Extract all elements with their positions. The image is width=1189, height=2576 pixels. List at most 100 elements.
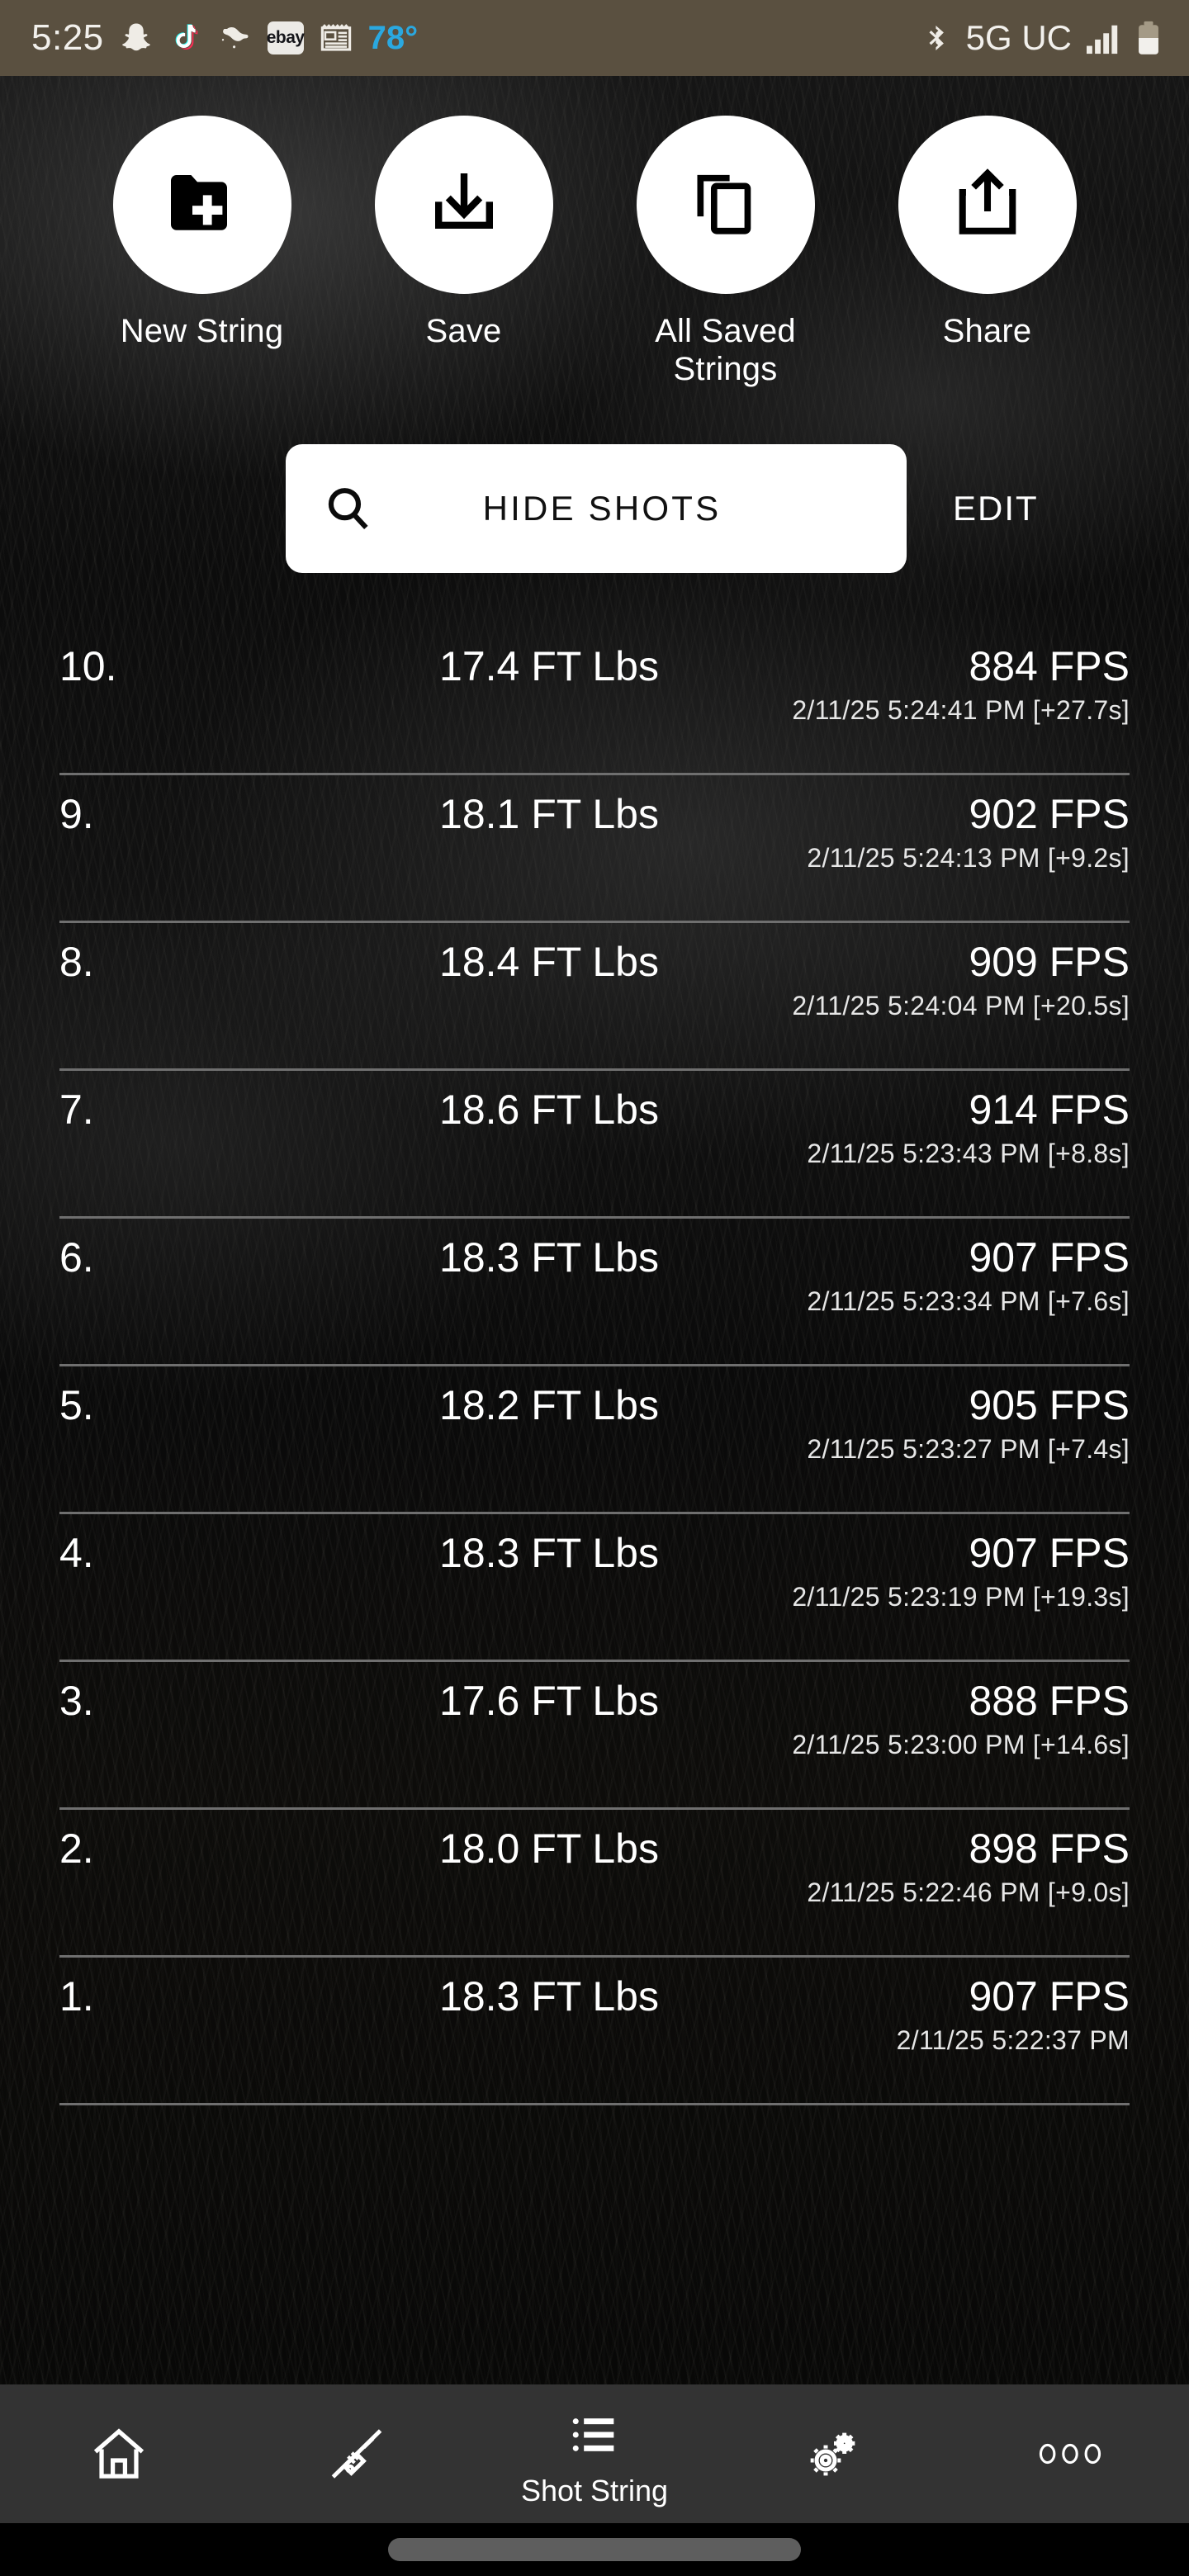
shot-timestamp: 2/11/25 5:23:27 PM [+7.4s] <box>807 1434 1130 1464</box>
shot-energy: 18.4 FT Lbs <box>439 939 659 985</box>
table-row[interactable]: 9. 18.1 FT Lbs 902 FPS 2/11/25 5:24:13 P… <box>0 775 1189 923</box>
more-dots-icon <box>1036 2418 1104 2489</box>
shot-speed: 905 FPS <box>969 1382 1130 1428</box>
shot-energy: 18.3 FT Lbs <box>439 1973 659 2020</box>
app-icon <box>216 21 253 54</box>
table-row[interactable]: 1. 18.3 FT Lbs 907 FPS 2/11/25 5:22:37 P… <box>0 1958 1189 2105</box>
table-row[interactable]: 7. 18.6 FT Lbs 914 FPS 2/11/25 5:23:43 P… <box>0 1071 1189 1219</box>
all-saved-strings-circle[interactable] <box>636 116 815 294</box>
list-icon <box>566 2399 623 2470</box>
table-row[interactable]: 5. 18.2 FT Lbs 905 FPS 2/11/25 5:23:27 P… <box>0 1366 1189 1514</box>
shot-timestamp: 2/11/25 5:23:34 PM [+7.6s] <box>807 1286 1130 1316</box>
table-row[interactable]: 4. 18.3 FT Lbs 907 FPS 2/11/25 5:23:19 P… <box>0 1514 1189 1662</box>
new-string-label: New String <box>120 313 284 349</box>
shot-speed: 907 FPS <box>969 1530 1130 1576</box>
save-button[interactable]: Save <box>333 116 594 350</box>
news-icon <box>319 21 353 55</box>
nav-item-rifle[interactable] <box>238 2384 476 2523</box>
shot-speed: 907 FPS <box>969 1973 1130 2020</box>
status-bar-clock: 5:25 <box>31 17 104 58</box>
action-button-row: New String Save All Saved Strings Share <box>0 116 1189 388</box>
save-circle[interactable] <box>374 116 553 294</box>
table-row[interactable]: 6. 18.3 FT Lbs 907 FPS 2/11/25 5:23:34 P… <box>0 1219 1189 1366</box>
shot-timestamp: 2/11/25 5:24:04 PM [+20.5s] <box>792 991 1130 1020</box>
search-row: HIDE SHOTS EDIT <box>0 443 1189 575</box>
shot-row-main: 1. 18.3 FT Lbs 907 FPS <box>59 1958 1130 2020</box>
hide-shots-button[interactable]: HIDE SHOTS <box>286 444 907 573</box>
hide-shots-label: HIDE SHOTS <box>482 489 722 528</box>
nav-label-shot-string: Shot String <box>520 2474 669 2507</box>
row-divider <box>59 2103 1130 2105</box>
shot-energy: 18.6 FT Lbs <box>439 1087 659 1133</box>
shot-timestamp: 2/11/25 5:24:41 PM [+27.7s] <box>792 695 1130 725</box>
shot-row-main: 7. 18.6 FT Lbs 914 FPS <box>59 1071 1130 1134</box>
shot-energy: 18.3 FT Lbs <box>439 1234 659 1281</box>
tiktok-icon <box>168 21 201 55</box>
shot-speed: 907 FPS <box>969 1234 1130 1281</box>
new-string-button[interactable]: New String <box>71 116 333 350</box>
shot-energy: 18.1 FT Lbs <box>439 791 659 837</box>
bottom-navigation: Shot String <box>0 2384 1189 2523</box>
shot-timestamp: 2/11/25 5:23:00 PM [+14.6s] <box>792 1730 1130 1759</box>
home-icon <box>88 2418 149 2489</box>
shot-row-main: 3. 17.6 FT Lbs 888 FPS <box>59 1662 1130 1725</box>
share-button[interactable]: Share <box>856 116 1118 350</box>
shot-timestamp: 2/11/25 5:22:37 PM <box>896 2025 1130 2055</box>
shot-energy: 17.4 FT Lbs <box>439 643 659 689</box>
nav-item-home[interactable] <box>0 2384 238 2523</box>
shot-speed: 909 FPS <box>969 939 1130 985</box>
share-upload-icon <box>950 165 1026 245</box>
shot-row-main: 2. 18.0 FT Lbs 898 FPS <box>59 1810 1130 1873</box>
shot-energy: 17.6 FT Lbs <box>439 1678 659 1724</box>
ebay-icon: ebay <box>267 21 305 54</box>
shot-timestamp: 2/11/25 5:22:46 PM [+9.0s] <box>807 1878 1130 1907</box>
download-icon <box>424 163 504 247</box>
all-saved-strings-label: All Saved Strings <box>655 313 796 387</box>
shot-row-main: 8. 18.4 FT Lbs 909 FPS <box>59 923 1130 986</box>
shot-speed: 898 FPS <box>969 1825 1130 1872</box>
shot-speed: 888 FPS <box>969 1678 1130 1724</box>
shot-row-main: 10. 17.4 FT Lbs 884 FPS <box>59 627 1130 690</box>
shot-energy: 18.3 FT Lbs <box>439 1530 659 1576</box>
shot-row-main: 6. 18.3 FT Lbs 907 FPS <box>59 1219 1130 1281</box>
all-saved-strings-button[interactable]: All Saved Strings <box>594 116 856 388</box>
weather-temperature: 78° <box>367 19 419 56</box>
shot-timestamp: 2/11/25 5:23:19 PM [+19.3s] <box>792 1582 1130 1612</box>
nav-item-more[interactable] <box>951 2384 1189 2523</box>
search-icon <box>322 482 375 535</box>
shot-timestamp: 2/11/25 5:23:43 PM [+8.8s] <box>807 1139 1130 1168</box>
table-row[interactable]: 2. 18.0 FT Lbs 898 FPS 2/11/25 5:22:46 P… <box>0 1810 1189 1958</box>
shot-list: 10. 17.4 FT Lbs 884 FPS 2/11/25 5:24:41 … <box>0 627 1189 2105</box>
shot-row-main: 4. 18.3 FT Lbs 907 FPS <box>59 1514 1130 1577</box>
status-bar-right: 5G UC <box>921 18 1161 58</box>
network-type-label: 5G UC <box>965 18 1072 57</box>
share-circle[interactable] <box>898 116 1077 294</box>
app-root: 5:25 ebay 78° 5G UC New String Save All … <box>0 0 1189 2576</box>
shot-energy: 18.2 FT Lbs <box>439 1382 659 1428</box>
table-row[interactable]: 8. 18.4 FT Lbs 909 FPS 2/11/25 5:24:04 P… <box>0 923 1189 1071</box>
shot-speed: 884 FPS <box>969 643 1130 689</box>
save-label: Save <box>425 313 502 349</box>
shot-energy: 18.0 FT Lbs <box>439 1825 659 1872</box>
nav-item-shot-string[interactable]: Shot String <box>476 2384 713 2523</box>
folder-plus-icon <box>163 163 242 247</box>
bluetooth-icon <box>921 20 953 56</box>
shot-timestamp: 2/11/25 5:24:13 PM [+9.2s] <box>807 843 1130 873</box>
shot-row-main: 9. 18.1 FT Lbs 902 FPS <box>59 775 1130 838</box>
status-bar-left: 5:25 ebay 78° <box>31 17 418 59</box>
table-row[interactable]: 3. 17.6 FT Lbs 888 FPS 2/11/25 5:23:00 P… <box>0 1662 1189 1810</box>
gesture-pill[interactable] <box>388 2538 801 2561</box>
battery-icon <box>1136 20 1161 56</box>
shot-speed: 902 FPS <box>969 791 1130 837</box>
table-row[interactable]: 10. 17.4 FT Lbs 884 FPS 2/11/25 5:24:41 … <box>0 627 1189 775</box>
status-bar: 5:25 ebay 78° 5G UC <box>0 0 1189 76</box>
snapchat-icon <box>119 21 154 55</box>
rifle-icon <box>324 2418 389 2489</box>
signal-icon <box>1085 21 1123 55</box>
gesture-bar <box>0 2523 1189 2576</box>
new-string-circle[interactable] <box>112 116 291 294</box>
nav-item-settings[interactable] <box>713 2384 951 2523</box>
edit-button[interactable]: EDIT <box>953 489 1039 528</box>
shot-row-main: 5. 18.2 FT Lbs 905 FPS <box>59 1366 1130 1429</box>
share-label: Share <box>942 313 1032 349</box>
